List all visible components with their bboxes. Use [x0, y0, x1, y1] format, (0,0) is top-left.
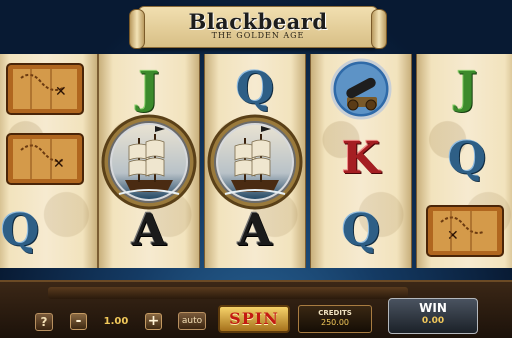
- credits-value: 250.00: [321, 318, 349, 327]
- treasure-map-icon: ✕: [6, 133, 84, 185]
- pirate-ship-icon: [207, 114, 303, 210]
- reel-4-cell-2: K: [311, 124, 411, 194]
- symbol-q: Q: [341, 205, 381, 256]
- symbol-j: J: [456, 63, 478, 114]
- autoplay-button[interactable]: auto: [178, 312, 206, 330]
- symbol-q: Q: [1, 205, 40, 256]
- reel-5: J Q ✕: [416, 54, 512, 268]
- reel-4-cell-1: [311, 54, 411, 124]
- credits-label: CREDITS: [318, 309, 352, 317]
- reel-5-cell-1: J: [417, 54, 512, 124]
- win-label: WIN: [419, 301, 447, 315]
- spin-button[interactable]: SPIN: [218, 305, 290, 333]
- bet-decrease-button[interactable]: -: [70, 313, 87, 330]
- cannon-icon: [330, 58, 392, 120]
- reel-4-cell-3: Q: [311, 196, 411, 266]
- reel-1-cell-2: ✕: [0, 124, 95, 194]
- reel-3: Q A: [204, 54, 306, 268]
- bet-increase-button[interactable]: +: [145, 313, 162, 330]
- svg-text:✕: ✕: [55, 84, 67, 100]
- symbol-k: K: [341, 133, 381, 184]
- win-display: WIN 0.00: [388, 298, 478, 334]
- treasure-map-icon: ✕: [6, 63, 84, 115]
- reel-5-cell-2: Q: [417, 124, 512, 194]
- symbol-q: Q: [447, 133, 487, 184]
- svg-text:✕: ✕: [53, 156, 65, 172]
- treasure-map-icon: ✕: [426, 205, 504, 257]
- reel-5-cell-3: ✕: [417, 196, 512, 266]
- reel-3-cell-2: [205, 102, 305, 222]
- control-bar-trim: [48, 287, 408, 299]
- reel-1: ✕ ✕ Q: [0, 54, 98, 268]
- bet-value: 1.00: [103, 316, 129, 327]
- game-title-banner: Blackbeard THE GOLDEN AGE: [129, 6, 387, 49]
- reel-2: J A: [98, 54, 200, 268]
- reel-1-cell-1: ✕: [0, 54, 95, 124]
- win-value: 0.00: [421, 316, 445, 326]
- pirate-ship-icon: [101, 114, 197, 210]
- help-button[interactable]: ?: [35, 313, 53, 331]
- reel-4: K Q: [310, 54, 412, 268]
- reel-1-cell-3: Q: [0, 196, 95, 266]
- credits-display: CREDITS 250.00: [298, 305, 372, 333]
- reel-2-cell-2: [99, 102, 199, 222]
- svg-text:✕: ✕: [447, 228, 459, 244]
- game-subtitle: THE GOLDEN AGE: [211, 31, 305, 40]
